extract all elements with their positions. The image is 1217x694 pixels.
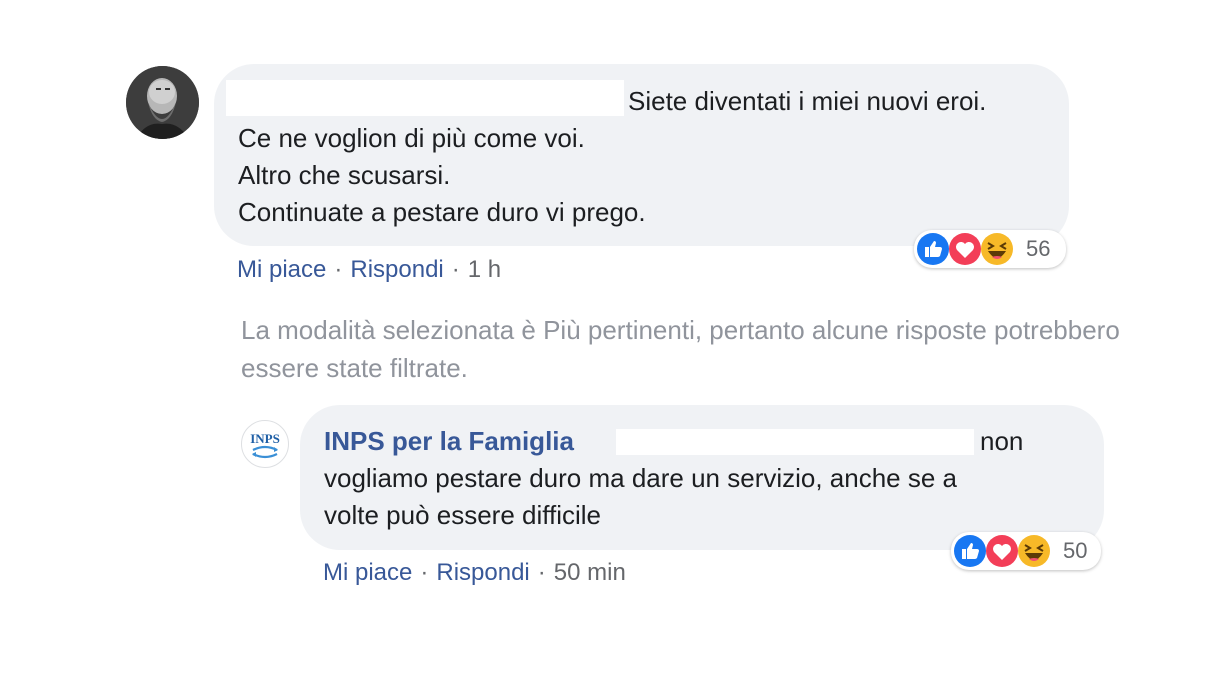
love-icon [949,233,981,265]
reply-bubble: INPS per la Famiglia non vogliamo pestar… [300,405,1104,550]
timestamp-link[interactable]: 50 min [554,559,626,586]
page-logo[interactable]: INPS [241,420,289,468]
haha-icon [1018,535,1050,567]
reactions-summary[interactable]: 50 [951,532,1101,570]
reply-text-line: volte può essere difficile [324,500,602,530]
comment-actions: Mi piace · Rispondi · 1 h [237,255,501,285]
separator: · [420,559,429,586]
like-link[interactable]: Mi piace [323,559,412,586]
like-link[interactable]: Mi piace [237,256,326,283]
comment-text-line: Siete diventati i miei nuovi eroi. [628,86,987,116]
reply-link[interactable]: Rispondi [350,256,443,283]
reaction-count: 56 [1026,236,1051,261]
author-name-link[interactable]: INPS per la Famiglia [324,423,574,460]
reply-link[interactable]: Rispondi [436,559,529,586]
avatar[interactable] [126,66,199,139]
like-icon [917,233,949,265]
separator: · [537,559,546,586]
redacted-mention [616,429,974,455]
haha-icon [981,233,1013,265]
reaction-count: 50 [1063,538,1088,563]
comment-text-line: Altro che scusarsi. [238,160,451,190]
comment-bubble: Siete diventati i miei nuovi eroi. Ce ne… [214,64,1069,246]
like-icon [954,535,986,567]
timestamp-link[interactable]: 1 h [468,256,501,283]
love-icon [986,535,1018,567]
comment-text-line: Ce ne voglion di più come voi. [238,123,585,153]
reply-text-line: vogliamo pestare duro ma dare un servizi… [324,463,958,493]
logo-text: INPS [250,431,280,446]
filter-note: La modalità selezionata è Più pertinenti… [241,315,1120,383]
reactions-summary[interactable]: 56 [914,230,1066,268]
separator: · [334,256,343,283]
separator: · [451,256,460,283]
reply-text-line: non [980,426,1024,456]
comment-text-line: Continuate a pestare duro vi prego. [238,197,646,227]
redacted-author-name [226,80,624,116]
reply-actions: Mi piace · Rispondi · 50 min [323,558,626,588]
